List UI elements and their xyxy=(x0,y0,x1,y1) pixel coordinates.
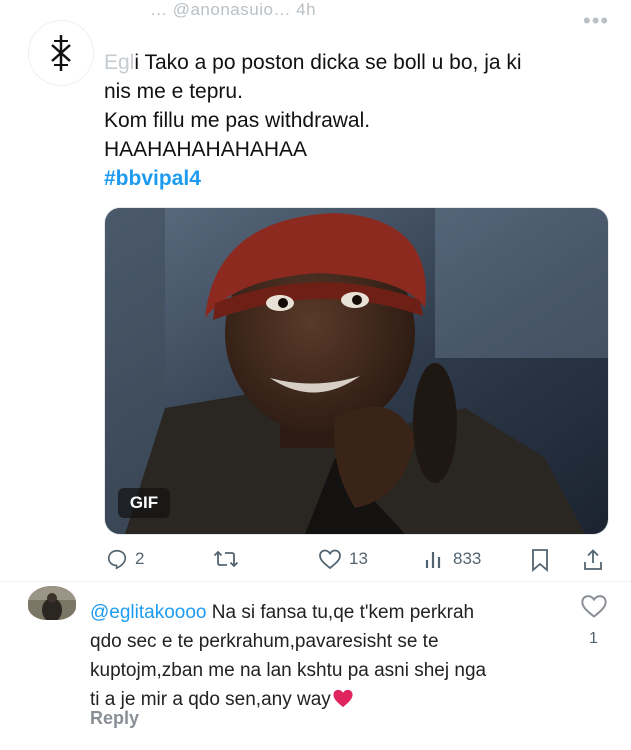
gif-media[interactable] xyxy=(104,207,609,535)
tweet-handle-row: … @anonasuio… 4h xyxy=(150,0,317,19)
reply-link[interactable]: Reply xyxy=(90,708,139,729)
reply-text-line-1-rest: Na si fansa tu,qe t'kem perkrah xyxy=(206,602,475,623)
retweet-icon xyxy=(213,550,239,568)
tweet-text-line-1: Egli Tako a po poston dicka se boll u bo… xyxy=(104,48,604,77)
reply-count: 2 xyxy=(135,549,145,568)
hashtag-link[interactable]: #bbvipal4 xyxy=(104,164,604,193)
reply-like-count: 1 xyxy=(589,630,598,647)
reply-text-line-4-text: ti a je mir a qdo sen,any way xyxy=(90,689,331,710)
reply-text-line-3: kuptojm,zban me na lan kshtu pa asni she… xyxy=(90,660,487,681)
reply-avatar[interactable] xyxy=(28,586,76,620)
reply-icon xyxy=(107,549,127,570)
like-button[interactable]: 13 xyxy=(318,548,368,570)
reply-heart-icon xyxy=(581,595,607,618)
views-count: 833 xyxy=(453,549,482,568)
gif-badge: GIF xyxy=(118,488,170,518)
heart-icon xyxy=(319,549,341,570)
reply-like-button[interactable] xyxy=(580,593,608,624)
tweet-text-line-2: nis me e tepru. xyxy=(104,80,243,103)
reply-text-line-1: @eglitakoooo Na si fansa tu,qe t'kem per… xyxy=(90,598,560,627)
like-count: 13 xyxy=(349,549,368,568)
reply-text-line-2: qdo sec e te perkrahum,pavaresisht se te xyxy=(90,631,439,652)
gif-image xyxy=(105,208,608,534)
tweet-text-line-3: Kom fillu me pas withdrawal. xyxy=(104,109,371,132)
mention-link[interactable]: @eglitakoooo xyxy=(90,602,206,623)
share-icon xyxy=(584,549,602,570)
tweet-text-line-1-rest: i Tako a po poston dicka se boll u bo, j… xyxy=(134,51,522,74)
tweet-text-faded: Egl xyxy=(104,51,135,74)
reply-text-line-4: ti a je mir a qdo sen,any way xyxy=(90,685,560,714)
tweet-text: Egli Tako a po poston dicka se boll u bo… xyxy=(104,48,604,193)
bookmark-icon xyxy=(532,549,548,572)
retweet-button[interactable] xyxy=(213,548,239,570)
separator xyxy=(0,581,631,582)
red-heart-emoji-icon xyxy=(333,689,353,708)
author-avatar[interactable] xyxy=(28,20,94,86)
avatar-image xyxy=(28,586,76,620)
views-icon xyxy=(425,552,441,568)
reply-text: @eglitakoooo Na si fansa tu,qe t'kem per… xyxy=(90,598,560,714)
reply-button[interactable]: 2 xyxy=(106,548,144,570)
share-button[interactable] xyxy=(582,548,604,572)
logo-icon xyxy=(51,35,71,71)
more-options-icon[interactable]: ••• xyxy=(583,8,609,34)
views-button[interactable]: 833 xyxy=(424,548,481,570)
tweet-text-line-4: HAAHAHAHAHAHAA xyxy=(104,138,308,161)
bookmark-button[interactable] xyxy=(530,548,550,572)
